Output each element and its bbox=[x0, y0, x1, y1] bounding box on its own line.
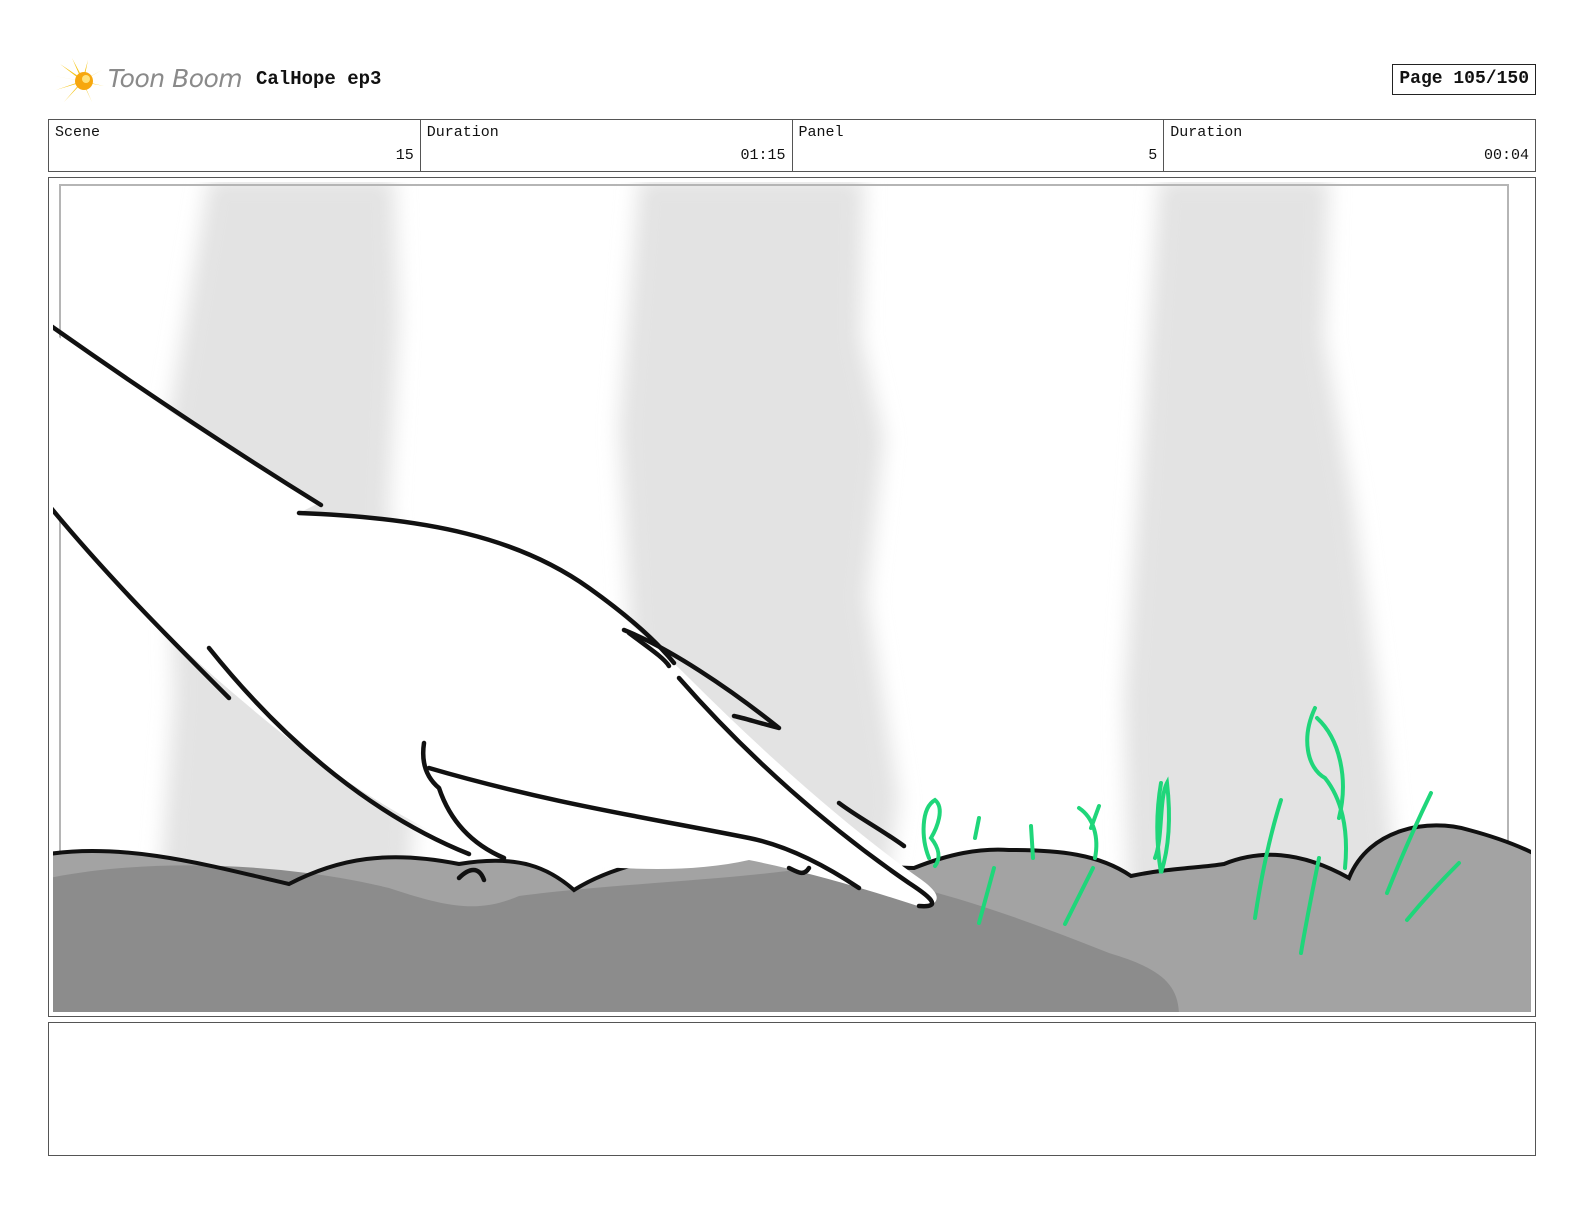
scene-info-row: Scene 15 Duration 01:15 Panel 5 Duration… bbox=[48, 119, 1536, 172]
scene-cell: Scene 15 bbox=[49, 120, 421, 171]
panel-value: 5 bbox=[1148, 147, 1158, 164]
panel-duration-label: Duration bbox=[1170, 124, 1243, 141]
starburst-icon bbox=[54, 58, 104, 102]
panel-notes-box bbox=[48, 1022, 1536, 1156]
scene-duration-label: Duration bbox=[426, 124, 499, 141]
panel-drawing bbox=[53, 182, 1531, 1012]
storyboard-panel bbox=[48, 177, 1536, 1017]
toon-boom-logo: Toon Boom bbox=[52, 56, 243, 106]
panel-duration-cell: Duration 00:04 bbox=[1164, 120, 1535, 171]
project-title: CalHope ep3 bbox=[256, 68, 382, 90]
panel-label: Panel bbox=[798, 124, 844, 141]
scene-duration-cell: Duration 01:15 bbox=[421, 120, 793, 171]
panel-duration-value: 00:04 bbox=[1483, 147, 1529, 164]
scene-value: 15 bbox=[395, 147, 414, 164]
scene-label: Scene bbox=[55, 124, 101, 141]
panel-cell: Panel 5 bbox=[793, 120, 1165, 171]
page-header: Toon Boom CalHope ep3 Page 105/150 bbox=[48, 54, 1536, 106]
logo-wordmark: Toon Boom bbox=[108, 64, 243, 93]
page-counter: Page 105/150 bbox=[1392, 64, 1536, 95]
scene-duration-value: 01:15 bbox=[740, 147, 786, 164]
